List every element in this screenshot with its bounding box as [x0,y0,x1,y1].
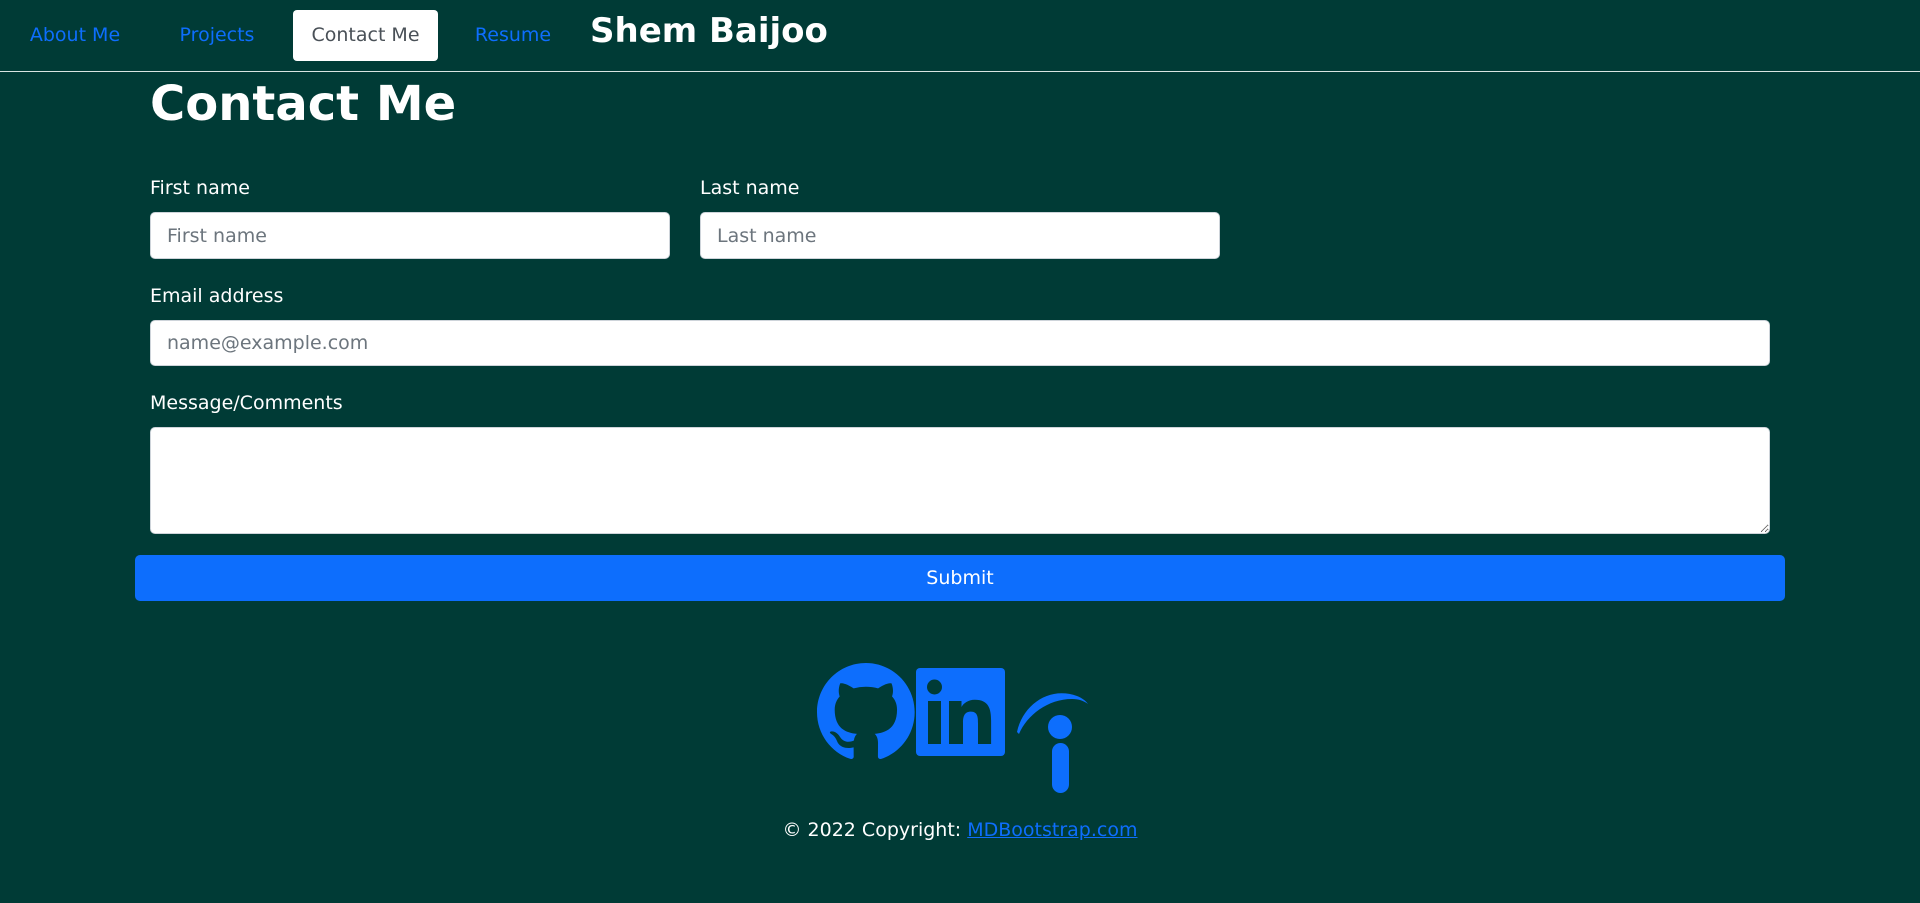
navbar: About Me Projects Contact Me Resume Shem… [0,0,1920,72]
indeed-icon[interactable] [1015,688,1091,800]
message-textarea[interactable] [150,427,1770,534]
nav-item-contact-me[interactable]: Contact Me [293,10,438,61]
nav-item-resume[interactable]: Resume [449,10,577,61]
email-label: Email address [150,285,284,307]
github-icon[interactable] [817,663,915,763]
email-field[interactable] [150,320,1770,366]
last-name-label: Last name [700,177,800,199]
message-label: Message/Comments [150,392,343,414]
first-name-label: First name [150,177,250,199]
first-name-field[interactable] [150,212,670,259]
linkedin-icon[interactable] [916,668,1005,760]
footer-copyright: © 2022 Copyright: MDBootstrap.com [0,818,1920,842]
nav-item-projects[interactable]: Projects [150,10,284,61]
last-name-field[interactable] [700,212,1220,259]
page-title: Contact Me [150,76,457,132]
brand-name[interactable]: Shem Baijoo [590,6,828,56]
copyright-text: © 2022 Copyright: [782,819,962,841]
nav-item-about-me[interactable]: About Me [0,10,150,61]
mdbootstrap-link[interactable]: MDBootstrap.com [967,819,1137,841]
submit-button[interactable]: Submit [135,555,1785,601]
